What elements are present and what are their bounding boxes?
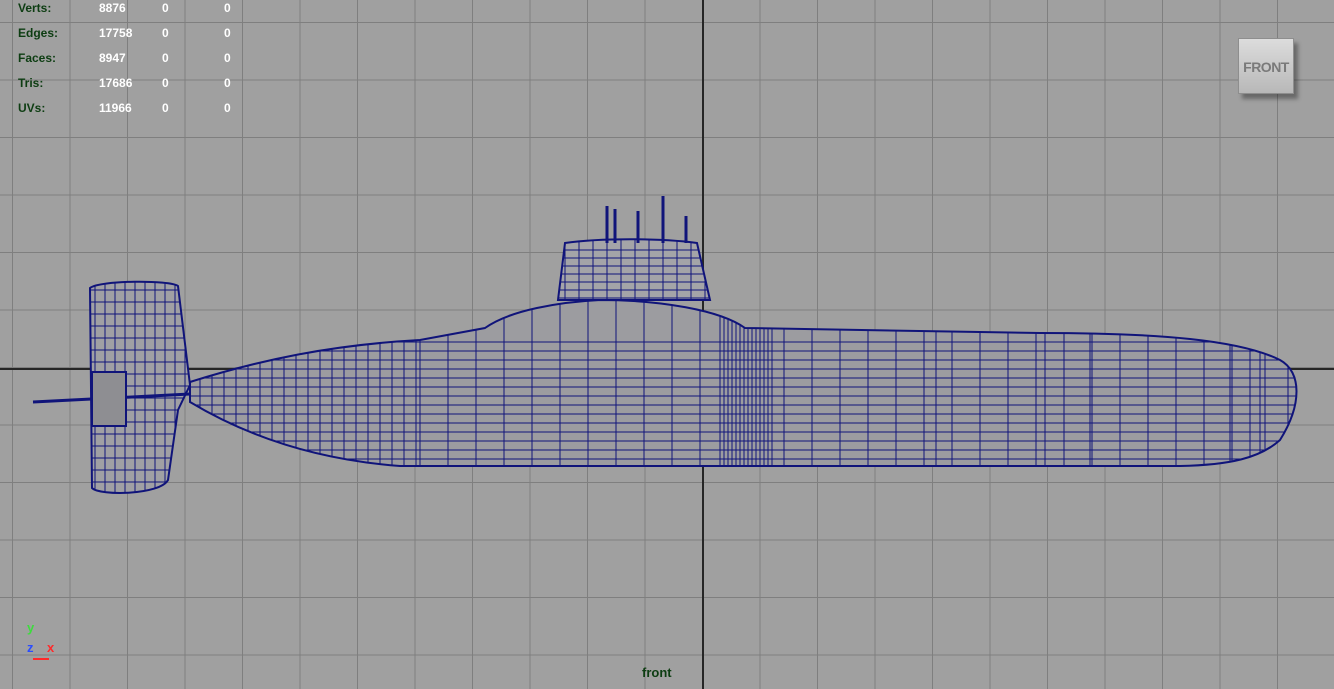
hud-stat-value: 0 — [162, 26, 169, 40]
hud-stat-label: Faces: — [18, 51, 57, 65]
hud-stat-value: 0 — [162, 1, 169, 15]
hud-stat-value: 0 — [224, 76, 231, 90]
hud-stat-label: Verts: — [18, 1, 52, 15]
front-viewport[interactable]: Verts: 8876 0 0 Edges: 17758 0 0 Faces: 8947 0 0 Tri… — [0, 0, 1334, 689]
axis-gizmo: y z x — [20, 620, 70, 660]
view-cube[interactable]: FRONT — [1238, 38, 1294, 94]
axis-y-label: y — [27, 620, 35, 635]
hud-stat-value: 8876 — [99, 1, 126, 15]
hud-stat-label: Tris: — [18, 76, 44, 90]
hud-stat-value: 0 — [224, 26, 231, 40]
hud-stat-value: 0 — [224, 51, 231, 65]
hud-stat-label: UVs: — [18, 101, 46, 115]
view-cube-label: FRONT — [1243, 59, 1289, 75]
hud-row: UVs: 11966 0 0 — [0, 100, 254, 125]
hud-row: Tris: 17686 0 0 — [0, 75, 254, 100]
camera-name-label: front — [642, 665, 672, 680]
hud-stat-label: Edges: — [18, 26, 59, 40]
hud-stat-value: 17758 — [99, 26, 133, 40]
hud-stat-value: 0 — [224, 1, 231, 15]
hud-stat-value: 8947 — [99, 51, 126, 65]
hud-stat-value: 11966 — [99, 101, 132, 115]
poly-count-hud: Verts: 8876 0 0 Edges: 17758 0 0 Faces: 8947 0 0 Tri… — [0, 0, 254, 125]
hud-row: Edges: 17758 0 0 — [0, 25, 254, 50]
hud-stat-value: 0 — [162, 101, 169, 115]
hud-row: Faces: 8947 0 0 — [0, 50, 254, 75]
hud-stat-value: 0 — [162, 51, 169, 65]
axis-x-label: x — [47, 640, 55, 655]
hud-stat-value: 17686 — [99, 76, 133, 90]
hud-stat-value: 0 — [224, 101, 231, 115]
axis-z-label: z — [27, 640, 34, 655]
hud-row: Verts: 8876 0 0 — [0, 0, 254, 25]
hud-stat-value: 0 — [162, 76, 169, 90]
axis-x-indicator — [33, 658, 49, 660]
